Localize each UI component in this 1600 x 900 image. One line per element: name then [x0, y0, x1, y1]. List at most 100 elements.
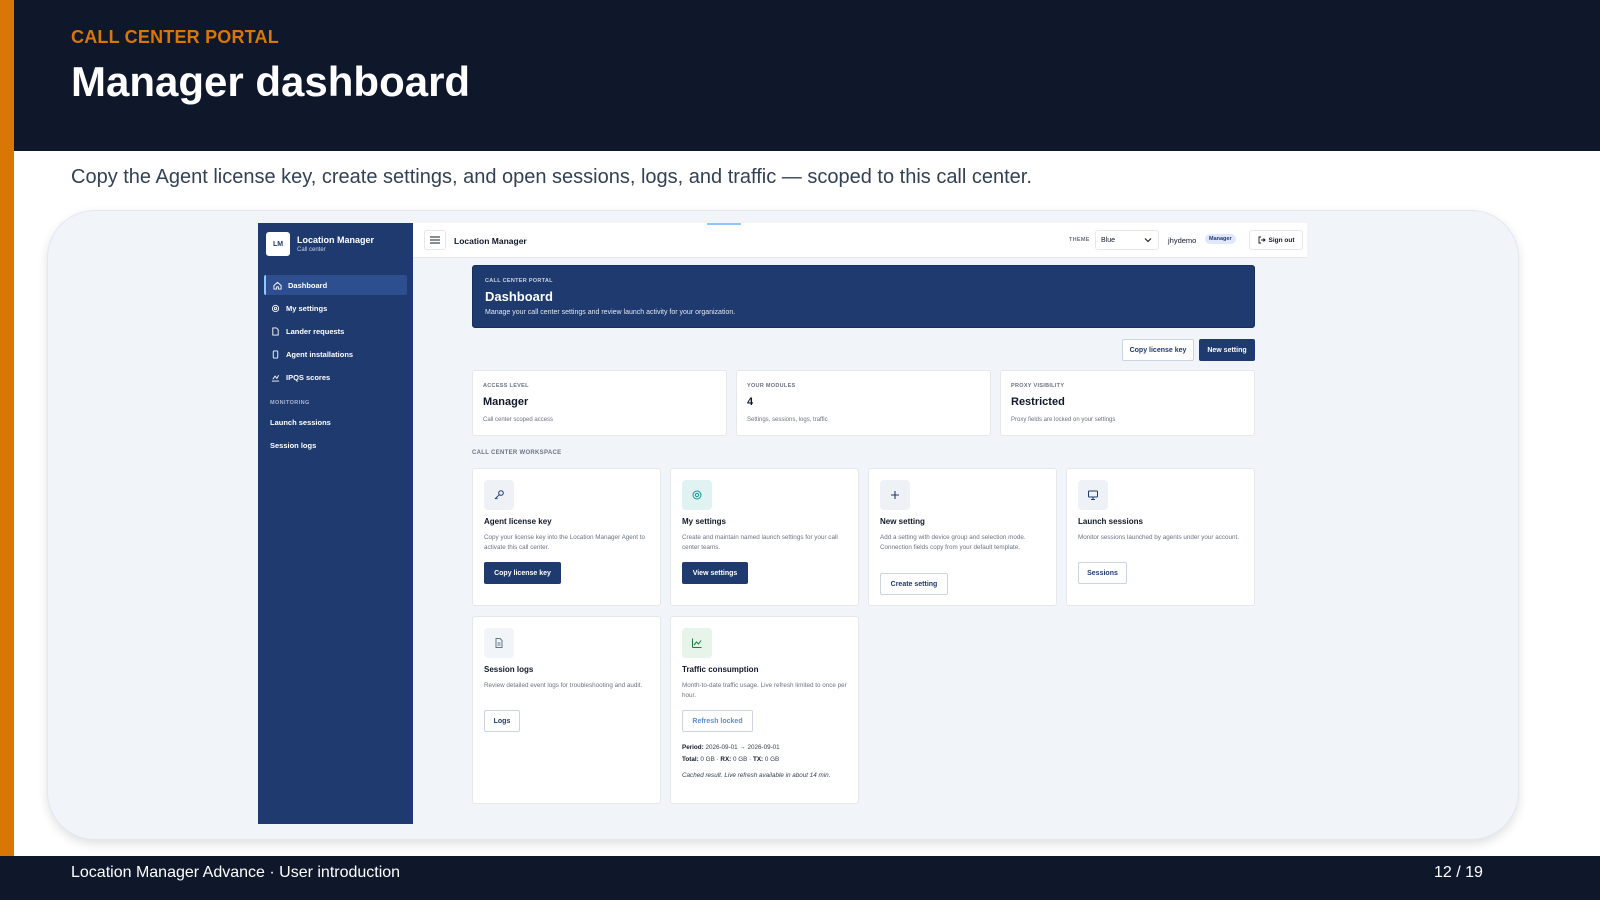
traffic-period-label: Period: — [682, 744, 704, 751]
traffic-total-label: Total: — [682, 756, 699, 763]
traffic-cache-note: Cached result. Live refresh available in… — [682, 772, 831, 779]
file-icon — [270, 326, 280, 336]
topbar: Location Manager THEME Blue jhydemo Mana… — [413, 223, 1307, 258]
card-description: Copy your license key into the Location … — [484, 534, 646, 552]
theme-label: THEME — [1069, 237, 1090, 243]
slide: CALL CENTER PORTAL Manager dashboard Cop… — [0, 0, 1600, 900]
sidebar-item-label: IPQS scores — [286, 372, 331, 382]
slide-title: Manager dashboard — [71, 58, 471, 105]
sidebar-item-label: Lander requests — [286, 326, 345, 336]
key-icon — [484, 480, 514, 510]
footer-page-number: 12 / 19 — [1434, 864, 1483, 881]
username: jhydemo — [1168, 236, 1197, 245]
sidebar-item-lander-requests[interactable]: Lander requests — [264, 321, 407, 341]
role-badge: Manager — [1205, 234, 1236, 244]
traffic-tx-label: TX: — [752, 756, 764, 763]
stat-access-level: ACCESS LEVEL Manager Call center scoped … — [472, 370, 727, 436]
sign-out-label: Sign out — [1268, 236, 1295, 244]
card-title: Traffic consumption — [682, 665, 759, 674]
stat-note: Settings, sessions, logs, traffic — [747, 417, 828, 423]
slide-subtitle: Copy the Agent license key, create setti… — [71, 166, 1032, 188]
logs-button[interactable]: Logs — [484, 710, 520, 732]
card-new-setting: New setting Add a setting with device gr… — [868, 468, 1057, 606]
plus-icon — [880, 480, 910, 510]
device-icon — [270, 349, 280, 359]
hero-description: Manage your call center settings and rev… — [485, 309, 736, 316]
sidebar-item-label: My settings — [286, 303, 328, 313]
menu-button[interactable] — [424, 230, 446, 250]
traffic-period-value: 2026-09-01 → 2026-09-01 — [705, 744, 780, 751]
sidebar-item-dashboard[interactable]: Dashboard — [264, 275, 407, 295]
gear-icon — [270, 303, 280, 313]
stat-value: Manager — [483, 396, 529, 408]
card-description: Review detailed event logs for troublesh… — [484, 682, 643, 689]
gear-icon — [682, 480, 712, 510]
copy-license-key-card-button[interactable]: Copy license key — [484, 562, 561, 584]
chart-icon — [270, 372, 280, 382]
card-title: New setting — [880, 517, 925, 526]
sidebar-item-agent-installations[interactable]: Agent installations — [264, 344, 407, 364]
sidebar-item-session-logs[interactable]: Session logs — [270, 441, 316, 450]
sidebar: LM Location Manager Call center Dashboar… — [258, 223, 413, 824]
traffic-tx-value: 0 GB — [764, 756, 780, 763]
slide-kicker: CALL CENTER PORTAL — [71, 27, 279, 47]
line-chart-icon — [682, 628, 712, 658]
traffic-totals: Total: 0 GB · RX: 0 GB · TX: 0 GB — [682, 756, 779, 763]
copy-license-key-button[interactable]: Copy license key — [1122, 339, 1194, 361]
card-session-logs: Session logs Review detailed event logs … — [472, 616, 661, 804]
hero-title: Dashboard — [485, 289, 553, 304]
stat-value: 4 — [747, 396, 754, 408]
card-description: Create and maintain named launch setting… — [682, 534, 838, 552]
sidebar-item-label: Agent installations — [286, 349, 354, 359]
stat-label: YOUR MODULES — [747, 383, 796, 389]
card-description: Month-to-date traffic usage. Live refres… — [682, 682, 847, 700]
card-title: Agent license key — [484, 517, 552, 526]
footer-deck-title: Location Manager Advance · User introduc… — [71, 864, 401, 881]
stat-label: ACCESS LEVEL — [483, 383, 529, 389]
stat-note: Call center scoped access — [483, 417, 554, 423]
hamburger-icon — [430, 231, 440, 249]
sessions-button[interactable]: Sessions — [1078, 562, 1127, 584]
create-setting-button[interactable]: Create setting — [880, 573, 948, 595]
home-icon — [272, 280, 282, 290]
brand-logo: LM — [266, 232, 290, 256]
stat-your-modules: YOUR MODULES 4 Settings, sessions, logs,… — [736, 370, 991, 436]
sign-out-button[interactable]: Sign out — [1249, 230, 1303, 250]
view-settings-button[interactable]: View settings — [682, 562, 748, 584]
accent-bar — [0, 0, 14, 874]
stat-label: PROXY VISIBILITY — [1011, 383, 1065, 389]
sign-out-icon — [1258, 236, 1266, 244]
card-description: Monitor sessions launched by agents unde… — [1078, 534, 1240, 541]
sidebar-section-monitoring: MONITORING — [270, 400, 310, 406]
stat-note: Proxy fields are locked on your settings — [1011, 417, 1116, 423]
app-window: LM Location Manager Call center Dashboar… — [258, 223, 1307, 824]
new-setting-button[interactable]: New setting — [1199, 339, 1255, 361]
stat-proxy-visibility: PROXY VISIBILITY Restricted Proxy fields… — [1000, 370, 1255, 436]
card-my-settings: My settings Create and maintain named la… — [670, 468, 859, 606]
stat-value: Restricted — [1011, 396, 1065, 408]
card-traffic-consumption: Traffic consumption Month-to-date traffi… — [670, 616, 859, 804]
dashboard-hero: CALL CENTER PORTAL Dashboard Manage your… — [472, 265, 1255, 328]
theme-select[interactable]: Blue — [1095, 230, 1159, 250]
card-agent-license-key: Agent license key Copy your license key … — [472, 468, 661, 606]
refresh-locked-button[interactable]: Refresh locked — [682, 710, 753, 732]
chevron-down-icon — [1144, 236, 1152, 246]
hero-kicker: CALL CENTER PORTAL — [485, 278, 553, 284]
document-icon — [484, 628, 514, 658]
topbar-title: Location Manager — [454, 236, 527, 246]
topbar-indicator — [707, 223, 741, 225]
sidebar-item-label: Dashboard — [288, 280, 328, 290]
sidebar-item-launch-sessions[interactable]: Launch sessions — [270, 418, 331, 427]
card-launch-sessions: Launch sessions Monitor sessions launche… — [1066, 468, 1255, 606]
brand[interactable]: LM Location Manager Call center — [266, 232, 374, 256]
monitor-icon — [1078, 480, 1108, 510]
brand-subtitle: Call center — [297, 247, 326, 253]
traffic-rx-label: RX: — [720, 756, 732, 763]
card-title: My settings — [682, 517, 727, 526]
card-description: Add a setting with device group and sele… — [880, 534, 1026, 552]
card-title: Session logs — [484, 665, 534, 674]
sidebar-item-my-settings[interactable]: My settings — [264, 298, 407, 318]
theme-select-value: Blue — [1101, 236, 1116, 244]
sidebar-item-ipqs-scores[interactable]: IPQS scores — [264, 367, 407, 387]
brand-name: Location Manager — [297, 235, 375, 245]
